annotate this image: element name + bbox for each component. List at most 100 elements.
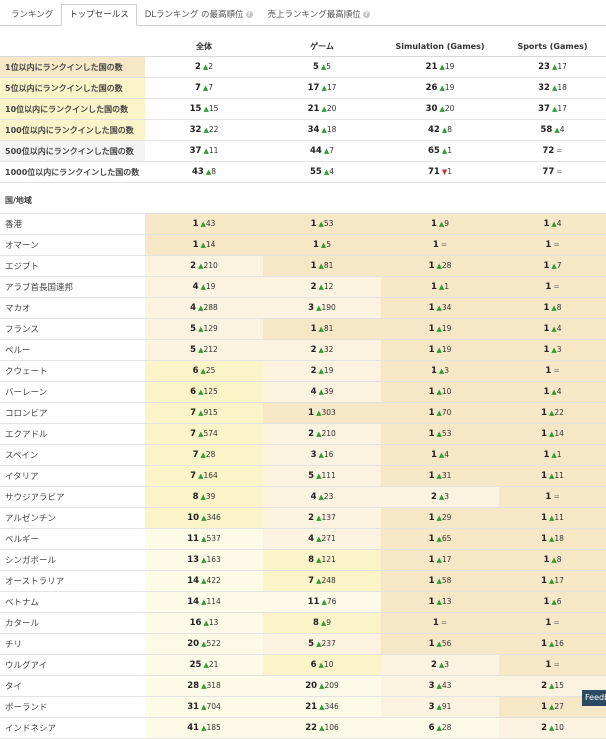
tab-0[interactable]: ランキング: [4, 5, 60, 25]
rank-value: 6: [428, 723, 435, 733]
rank-cell: 5 ▲212: [145, 339, 263, 361]
rank-cell: 6 ▲25: [145, 360, 263, 382]
rank-change: =: [440, 240, 448, 249]
tab-1[interactable]: トップセールス: [61, 4, 137, 26]
rank-value: 2: [308, 513, 315, 523]
rank-value: 3: [310, 450, 317, 460]
rank-change: 9: [444, 219, 450, 228]
rank-value: 1: [543, 555, 550, 565]
rank-value: 1: [192, 240, 199, 250]
country-row[interactable]: クウェート 6 ▲25 2 ▲19 1 ▲3 1 =: [0, 360, 606, 382]
rank-value: 2: [430, 660, 437, 670]
rank-cell: 1 ▲22: [499, 402, 606, 424]
country-row[interactable]: シンガポール 13 ▲163 8 ▲121 1 ▲17 1 ▲8: [0, 549, 606, 571]
rank-value: 7: [190, 429, 197, 439]
rank-value: 2: [541, 723, 547, 733]
country-name: チリ: [0, 633, 145, 655]
country-row[interactable]: フランス 5 ▲129 1 ▲81 1 ▲19 1 ▲4: [0, 318, 606, 340]
country-row[interactable]: コロンビア 7 ▲915 1 ▲303 1 ▲70 1 ▲22: [0, 402, 606, 424]
country-name: インドネシア: [0, 717, 145, 739]
country-row[interactable]: アラブ首長国連邦 4 ▲19 2 ▲12 1 ▲1 1 =: [0, 276, 606, 298]
rank-value: 32: [189, 125, 202, 135]
rank-change: 13: [208, 618, 219, 627]
rank-change: 574: [203, 429, 218, 438]
rank-change: 10: [323, 660, 334, 669]
country-row[interactable]: ウルグアイ 25 ▲21 6 ▲10 2 ▲3 1 =: [0, 654, 606, 676]
rank-change: 185: [206, 723, 221, 732]
summary-row: 1000位以内にランクインした国の数 43 ▲8 55 ▲4 71 ▼1 77 =: [0, 161, 606, 183]
header-overall[interactable]: 全体: [145, 36, 263, 57]
rank-cell: 3 ▲91: [381, 696, 499, 718]
country-row[interactable]: マカオ 4 ▲288 3 ▲190 1 ▲34 1 ▲8: [0, 297, 606, 319]
rank-change: =: [553, 492, 560, 501]
rank-value: 17: [307, 83, 320, 93]
rank-change: 14: [205, 240, 216, 249]
rank-change: 522: [206, 639, 221, 648]
country-row[interactable]: イタリア 7 ▲164 5 ▲111 1 ▲31 1 ▲11: [0, 465, 606, 487]
header-simulation[interactable]: Simulation (Games): [381, 36, 499, 57]
tab-2[interactable]: DLランキング の最高順位?: [138, 5, 260, 25]
country-row[interactable]: タイ 28 ▲318 20 ▲209 3 ▲43 2 ▲15: [0, 675, 606, 697]
rank-value: 1: [428, 408, 435, 418]
summary-label: 10位以内にランクインした国の数: [0, 98, 145, 120]
rank-change: =: [556, 167, 563, 176]
rank-cell: 43 ▲8: [145, 161, 263, 183]
country-row[interactable]: スペイン 7 ▲28 3 ▲16 1 ▲4 1 ▲1: [0, 444, 606, 466]
rank-cell: 1 =: [381, 612, 499, 634]
rank-value: 1: [428, 597, 435, 607]
country-name: エクアドル: [0, 423, 145, 445]
country-row[interactable]: アルゼンチン 10 ▲346 2 ▲137 1 ▲29 1 ▲11: [0, 507, 606, 529]
rank-change: 11: [554, 513, 564, 522]
country-row[interactable]: カタール 16 ▲13 8 ▲9 1 = 1 =: [0, 612, 606, 634]
rank-change: 22: [208, 125, 219, 134]
country-row[interactable]: ペルー 5 ▲212 2 ▲32 1 ▲19 1 ▲3: [0, 339, 606, 361]
rank-change: 58: [441, 576, 452, 585]
rank-cell: 10 ▲346: [145, 507, 263, 529]
country-row[interactable]: インドネシア 41 ▲185 22 ▲106 6 ▲28 2 ▲10: [0, 717, 606, 739]
country-row[interactable]: エジプト 2 ▲210 1 ▲81 1 ▲28 1 ▲7: [0, 255, 606, 277]
header-sports[interactable]: Sports (Games): [499, 36, 606, 57]
help-icon[interactable]: ?: [362, 11, 370, 18]
rank-cell: 77 =: [499, 161, 606, 183]
country-row[interactable]: オマーン 1 ▲14 1 ▲5 1 = 1 =: [0, 234, 606, 256]
rank-value: 13: [187, 555, 200, 565]
rank-cell: 6 ▲10: [263, 654, 381, 676]
rank-value: 72: [542, 146, 555, 156]
rank-change: 19: [205, 282, 216, 291]
rank-change: 4: [444, 450, 450, 459]
country-row[interactable]: バーレーン 6 ▲125 4 ▲39 1 ▲10 1 ▲4: [0, 381, 606, 403]
summary-label: 1位以内にランクインした国の数: [0, 56, 145, 78]
country-row[interactable]: ベトナム 14 ▲114 11 ▲76 1 ▲13 1 ▲6: [0, 591, 606, 613]
rank-cell: 1 ▲5: [263, 234, 381, 256]
rank-cell: 1 ▲81: [263, 255, 381, 277]
country-row[interactable]: サウジアラビア 8 ▲39 4 ▲23 2 ▲3 1 =: [0, 486, 606, 508]
rank-value: 1: [310, 261, 317, 271]
rank-cell: 6 ▲28: [381, 717, 499, 739]
rank-value: 71: [427, 167, 440, 177]
feedback-button[interactable]: Feedback: [582, 690, 606, 706]
country-row[interactable]: エクアドル 7 ▲574 2 ▲210 1 ▲53 1 ▲14: [0, 423, 606, 445]
country-row[interactable]: ポーランド 31 ▲704 21 ▲346 3 ▲91 1 ▲27: [0, 696, 606, 718]
rank-value: 4: [310, 387, 317, 397]
rank-value: 3: [308, 303, 315, 313]
country-row[interactable]: ベルギー 11 ▲537 4 ▲271 1 ▲65 1 ▲18: [0, 528, 606, 550]
rank-change: 237: [321, 639, 336, 648]
help-icon[interactable]: ?: [245, 11, 253, 18]
header-games[interactable]: ゲーム: [263, 36, 381, 57]
rank-change: 81: [323, 324, 334, 333]
tab-3[interactable]: 売上ランキング最高順位?: [261, 5, 377, 25]
header-blank: [0, 36, 145, 57]
rank-change: 25: [205, 366, 216, 375]
rank-value: 37: [189, 146, 202, 156]
rank-cell: 37 ▲11: [145, 140, 263, 162]
rank-cell: 13 ▲163: [145, 549, 263, 571]
rank-value: 30: [425, 104, 438, 114]
country-row[interactable]: 香港 1 ▲43 1 ▲53 1 ▲9 1 ▲4: [0, 213, 606, 235]
country-row[interactable]: オーストラリア 14 ▲422 7 ▲248 1 ▲58 1 ▲17: [0, 570, 606, 592]
rank-cell: 2 ▲3: [381, 654, 499, 676]
rank-value: 7: [192, 450, 199, 460]
rank-cell: 1 ▲16: [499, 633, 606, 655]
rank-cell: 14 ▲422: [145, 570, 263, 592]
rank-change: 29: [441, 513, 452, 522]
country-row[interactable]: チリ 20 ▲522 5 ▲237 1 ▲56 1 ▲16: [0, 633, 606, 655]
